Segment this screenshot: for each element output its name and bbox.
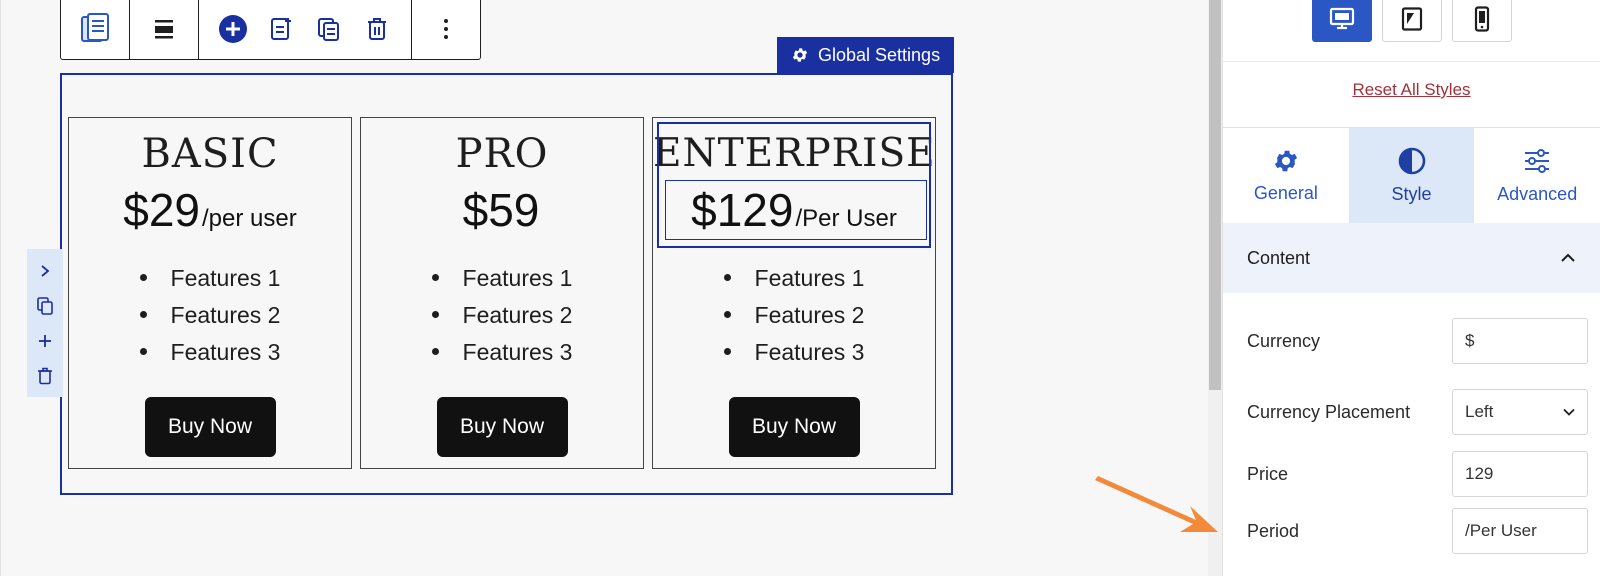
sliders-icon [1525,149,1550,173]
buy-now-button[interactable]: Buy Now [144,397,276,457]
price-field-row: Price 129 [1247,451,1588,497]
arrow-annotation-icon [1095,476,1218,532]
bullet-icon [431,348,439,356]
plan-title[interactable]: BASIC [69,128,351,180]
pricing-table-block[interactable]: BASIC $29 /per user Features 1 Features … [60,73,953,495]
currency-input[interactable]: $ [1452,318,1588,364]
canvas-scrollbar-thumb[interactable] [1209,0,1221,390]
bullet-icon [723,348,731,356]
tab-label: General [1253,183,1318,203]
currency-field-row: Currency $ [1247,318,1588,364]
align-icon[interactable] [140,5,188,53]
plan-title[interactable]: PRO [361,128,643,180]
period-label: Period [1247,520,1300,541]
delete-icon[interactable] [353,5,401,53]
gear-icon [792,48,808,62]
price-label: Price [1247,463,1289,484]
toolbar-more-group [412,0,480,59]
currency-placement-label: Currency Placement [1247,401,1411,422]
global-settings-label: Global Settings [818,44,941,65]
chevron-up-icon [1561,253,1575,262]
tablet-icon [1401,7,1422,31]
toolbar-align-group [130,0,199,59]
pricing-card-basic[interactable]: BASIC $29 /per user Features 1 Features … [68,117,352,469]
price-row[interactable]: $59 [361,182,643,238]
list-item[interactable]: Features 1 [69,260,351,297]
delete-icon[interactable] [33,364,57,388]
chevron-down-icon [1563,408,1575,416]
pricing-card-pro[interactable]: PRO $59 Features 1 Features 2 Features 3… [360,117,644,469]
chevron-right-icon[interactable] [33,259,57,283]
bullet-icon [139,311,147,319]
duplicate-icon[interactable] [33,294,57,318]
pricing-table-block-icon[interactable] [71,5,119,53]
section-title: Content [1247,247,1311,268]
period-field-row: Period /Per User [1247,508,1588,554]
list-item[interactable]: Features 3 [361,334,643,371]
currency-label: Currency [1247,330,1321,351]
buy-now-button[interactable]: Buy Now [436,397,568,457]
tab-label: Advanced [1497,184,1578,204]
more-options-icon[interactable] [422,5,470,53]
tab-label: Style [1391,184,1432,204]
selected-price-outline [665,180,927,240]
list-item[interactable]: Features 3 [653,334,935,371]
toolbar-actions-group [199,0,412,59]
bullet-icon [139,274,147,282]
features-list: Features 1 Features 2 Features 3 [69,260,351,371]
price-amount: $59 [462,184,540,236]
desktop-device-button[interactable] [1311,0,1372,42]
reset-styles-row: Reset All Styles [1223,80,1600,100]
tablet-device-button[interactable] [1381,0,1442,42]
toolbar-block-type-group [61,0,130,59]
list-item[interactable]: Features 2 [653,297,935,334]
add-icon[interactable] [209,5,257,53]
buy-now-button[interactable]: Buy Now [728,397,860,457]
plus-icon[interactable] [33,329,57,353]
period-input[interactable]: /Per User [1452,508,1588,554]
pricing-card-enterprise[interactable]: ENTERPRISE $129 /Per User Features 1 Fea… [652,117,936,469]
bullet-icon [431,311,439,319]
duplicate-icon[interactable] [305,5,353,53]
price-input[interactable]: 129 [1452,451,1588,497]
desktop-icon [1329,7,1354,30]
bullet-icon [723,311,731,319]
price-period: /per user [202,205,297,232]
settings-panel: Reset All Styles General Style Advanced … [1222,0,1600,576]
list-item[interactable]: Features 2 [361,297,643,334]
tab-advanced[interactable]: Advanced [1474,128,1600,223]
price-amount: $29 [123,184,201,236]
list-item[interactable]: Features 1 [361,260,643,297]
add-item-icon[interactable] [257,5,305,53]
panel-tabs: General Style Advanced [1223,127,1600,223]
contrast-icon [1398,147,1425,175]
reset-all-styles-link[interactable]: Reset All Styles [1352,80,1470,99]
currency-placement-select[interactable]: Left [1452,389,1588,435]
list-item[interactable]: Features 2 [69,297,351,334]
device-preview-switcher [1223,0,1600,62]
currency-placement-row: Currency Placement Left [1247,389,1588,435]
list-item[interactable]: Features 3 [69,334,351,371]
price-row[interactable]: $29 /per user [69,182,351,238]
gear-icon [1274,150,1297,172]
bullet-icon [139,348,147,356]
tab-style[interactable]: Style [1348,128,1475,223]
list-item[interactable]: Features 1 [653,260,935,297]
bullet-icon [723,274,731,282]
block-toolbar [60,0,481,60]
features-list: Features 1 Features 2 Features 3 [361,260,643,371]
bullet-icon [431,274,439,282]
mobile-icon [1474,6,1489,32]
content-section-toggle[interactable]: Content [1223,223,1600,293]
features-list: Features 1 Features 2 Features 3 [653,260,935,371]
tab-general[interactable]: General [1223,128,1349,223]
global-settings-button[interactable]: Global Settings [777,37,955,73]
mobile-device-button[interactable] [1451,0,1512,42]
item-side-toolbar [27,249,63,397]
